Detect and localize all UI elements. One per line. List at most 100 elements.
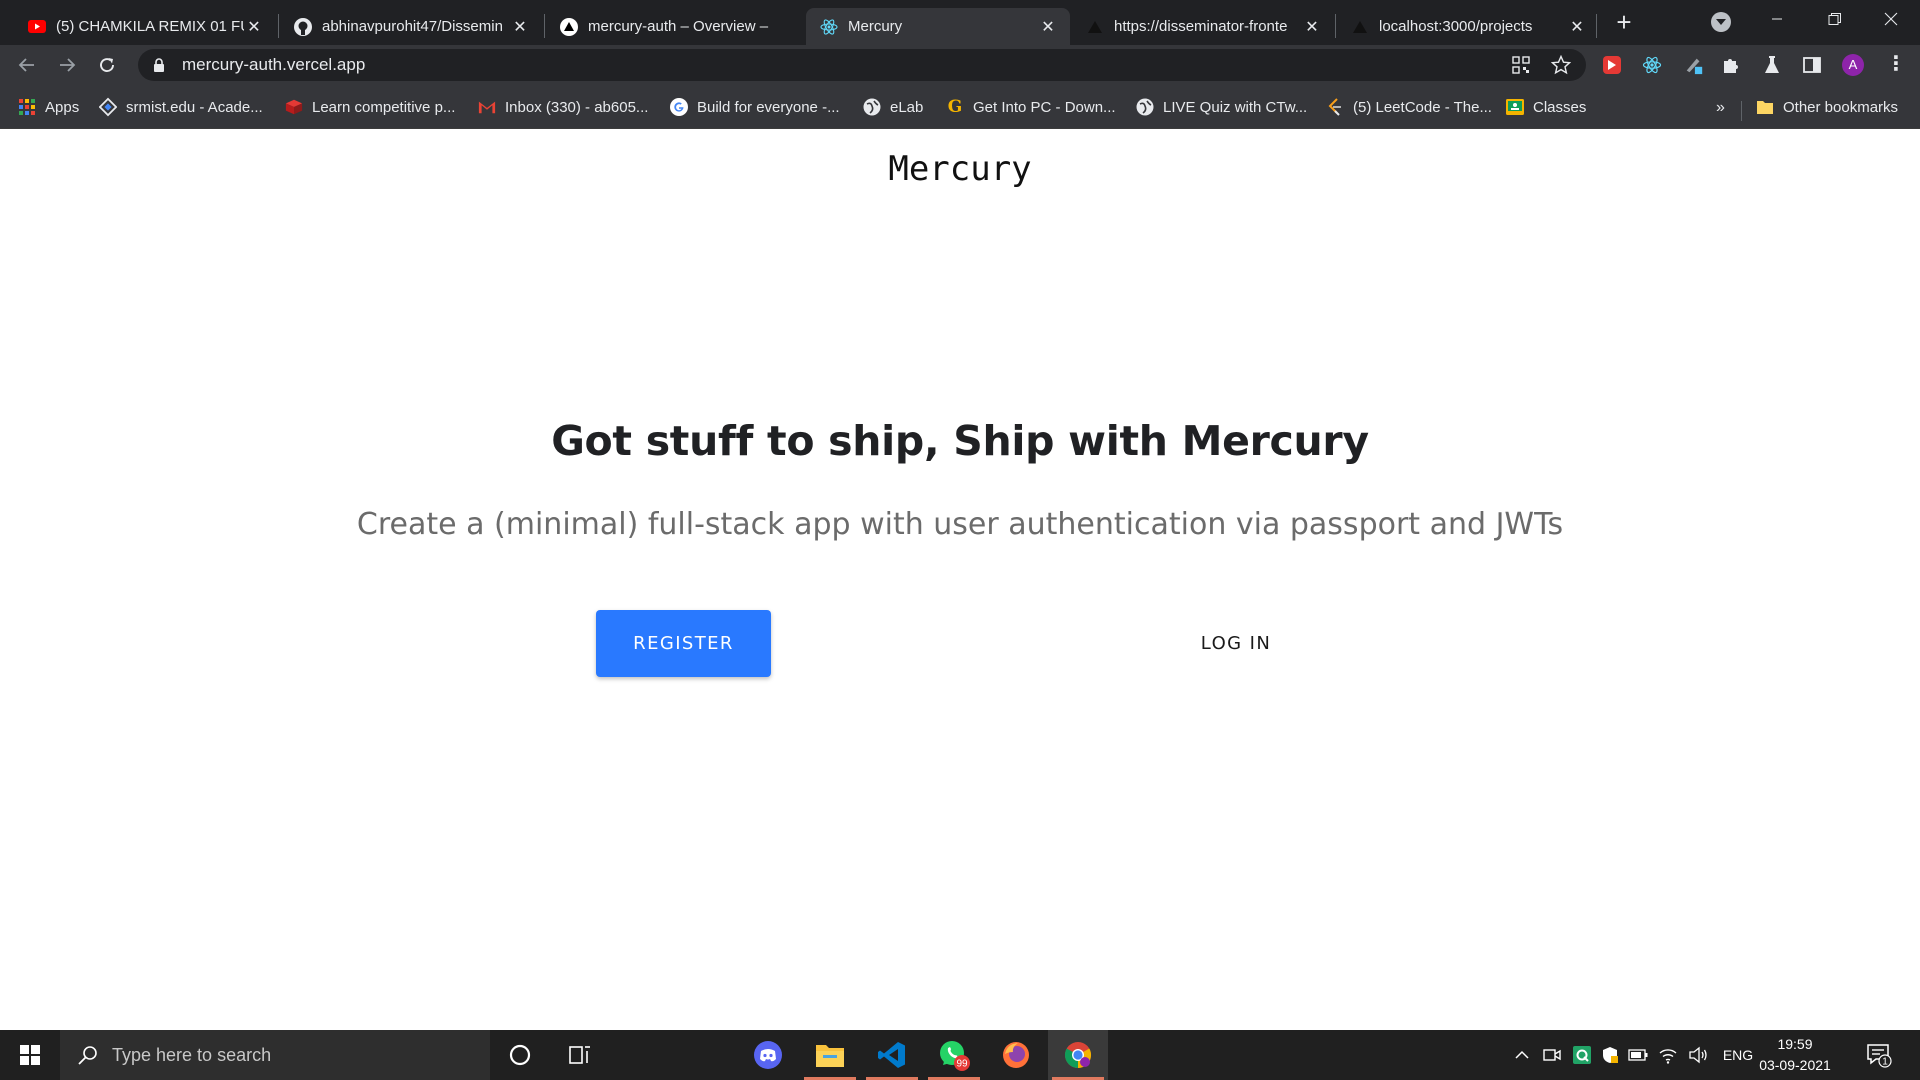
site-brand[interactable]: Mercury bbox=[0, 149, 1920, 189]
close-icon[interactable]: ✕ bbox=[244, 17, 264, 37]
bookmark-srmist[interactable]: srmist.edu - Acade... bbox=[99, 95, 263, 119]
tab-separator bbox=[544, 14, 545, 38]
input-language[interactable]: ENG bbox=[1718, 1044, 1758, 1066]
bookmark-label: Learn competitive p... bbox=[312, 98, 456, 116]
github-icon bbox=[294, 17, 312, 36]
pen-extension-icon[interactable] bbox=[1684, 55, 1704, 75]
close-icon[interactable]: ✕ bbox=[1038, 17, 1058, 37]
whatsapp-badge: 99 bbox=[956, 1059, 968, 1070]
bookmark-label: (5) LeetCode - The... bbox=[1353, 98, 1492, 116]
profile-avatar[interactable]: A bbox=[1842, 54, 1864, 76]
hero-title: Got stuff to ship, Ship with Mercury bbox=[551, 417, 1369, 465]
bookmark-google-developers[interactable]: Build for everyone -... bbox=[670, 95, 840, 119]
show-hidden-icons-chevron[interactable] bbox=[1512, 1044, 1532, 1066]
extension-red-icon[interactable] bbox=[1602, 55, 1622, 75]
qr-code-icon[interactable] bbox=[1511, 55, 1531, 75]
windows-start-button[interactable] bbox=[0, 1030, 60, 1080]
whatsapp-taskbar-icon[interactable]: 99 bbox=[924, 1030, 984, 1080]
react-devtools-icon[interactable] bbox=[1642, 55, 1662, 75]
file-explorer-taskbar-icon[interactable] bbox=[800, 1030, 860, 1080]
bookmark-leetcode[interactable]: (5) LeetCode - The... bbox=[1326, 95, 1492, 119]
search-icon bbox=[76, 1043, 100, 1067]
chrome-taskbar-icon[interactable] bbox=[1048, 1030, 1108, 1080]
bookmark-label: Get Into PC - Down... bbox=[973, 98, 1116, 116]
cortana-button[interactable] bbox=[490, 1030, 550, 1080]
tab-title: https://disseminator-fronte bbox=[1114, 18, 1288, 35]
hero-subtitle: Create a (minimal) full-stack app with u… bbox=[356, 507, 1564, 542]
bookmark-label: srmist.edu - Acade... bbox=[126, 98, 263, 116]
browser-tabstrip: (5) CHAMKILA REMIX 01 FU ✕ abhinavpurohi… bbox=[0, 0, 1920, 45]
other-bookmarks-folder[interactable]: Other bookmarks bbox=[1756, 95, 1898, 119]
url-text[interactable]: mercury-auth.vercel.app bbox=[182, 55, 365, 75]
security-shield-icon[interactable] bbox=[1598, 1044, 1622, 1066]
page-viewport: Mercury Got stuff to ship, Ship with Mer… bbox=[0, 129, 1920, 1029]
getintopc-icon: G bbox=[947, 97, 963, 117]
back-button[interactable] bbox=[12, 50, 42, 80]
volume-icon[interactable] bbox=[1686, 1044, 1710, 1066]
address-bar[interactable]: mercury-auth.vercel.app bbox=[138, 49, 1586, 81]
login-button[interactable]: LOG IN bbox=[1166, 610, 1306, 677]
bookmarks-overflow-button[interactable]: » bbox=[1716, 99, 1725, 117]
leetcode-icon bbox=[1326, 98, 1344, 116]
tab-youtube[interactable]: (5) CHAMKILA REMIX 01 FU ✕ bbox=[14, 8, 276, 45]
vscode-taskbar-icon[interactable] bbox=[862, 1030, 922, 1080]
bookmark-label: Build for everyone -... bbox=[697, 98, 840, 116]
taskbar-clock[interactable]: 19:59 03-09-2021 bbox=[1755, 1034, 1835, 1076]
lab-flask-icon[interactable] bbox=[1762, 55, 1782, 75]
forward-button[interactable] bbox=[52, 50, 82, 80]
tab-separator bbox=[1335, 14, 1336, 38]
bookmark-gmail[interactable]: Inbox (330) - ab605... bbox=[478, 95, 648, 119]
close-icon[interactable]: ✕ bbox=[1567, 17, 1587, 37]
reload-button[interactable] bbox=[92, 50, 122, 80]
app-tray-green-icon[interactable] bbox=[1570, 1044, 1594, 1066]
bookmark-learn-competitive[interactable]: Learn competitive p... bbox=[285, 95, 455, 119]
meet-now-icon[interactable] bbox=[1540, 1044, 1564, 1066]
lock-icon[interactable] bbox=[152, 57, 166, 73]
bookmark-classes[interactable]: Classes bbox=[1506, 95, 1586, 119]
google-icon bbox=[670, 98, 688, 116]
new-tab-button[interactable]: + bbox=[1610, 9, 1638, 37]
browser-toolbar: mercury-auth.vercel.app A ⋮ bbox=[0, 45, 1920, 85]
bookmark-label: Classes bbox=[1533, 98, 1587, 116]
globe-icon bbox=[863, 98, 881, 116]
tab-title: abhinavpurohit47/Dissemin bbox=[322, 18, 503, 35]
minimize-button[interactable] bbox=[1748, 0, 1806, 38]
tab-mercury-active[interactable]: Mercury ✕ bbox=[806, 8, 1070, 45]
bookmark-label: Apps bbox=[45, 98, 80, 116]
bookmark-apps[interactable]: Apps bbox=[18, 95, 79, 119]
clock-time: 19:59 bbox=[1777, 1036, 1813, 1052]
menu-kebab-icon[interactable]: ⋮ bbox=[1886, 54, 1906, 75]
folder-icon bbox=[1756, 98, 1774, 116]
vercel-icon bbox=[1086, 18, 1104, 36]
tab-localhost[interactable]: localhost:3000/projects ✕ bbox=[1337, 8, 1599, 45]
firefox-taskbar-icon[interactable] bbox=[986, 1030, 1046, 1080]
bookmark-live-quiz[interactable]: LIVE Quiz with CTw... bbox=[1136, 95, 1307, 119]
wifi-icon[interactable] bbox=[1656, 1044, 1680, 1066]
windows-taskbar: Type here to search 99 ENG 19:59 03-09-2… bbox=[0, 1030, 1920, 1080]
action-center-button[interactable]: 1 bbox=[1866, 1042, 1892, 1068]
task-view-button[interactable] bbox=[550, 1030, 610, 1080]
tab-github[interactable]: abhinavpurohit47/Dissemin ✕ bbox=[280, 8, 542, 45]
puzzle-extensions-icon[interactable] bbox=[1721, 55, 1741, 75]
close-icon[interactable]: ✕ bbox=[510, 17, 530, 37]
tab-disseminator[interactable]: https://disseminator-fronte ✕ bbox=[1072, 8, 1334, 45]
gmail-icon bbox=[478, 98, 496, 116]
close-window-button[interactable] bbox=[1862, 0, 1920, 38]
bookmark-star-icon[interactable] bbox=[1551, 55, 1571, 75]
globe-icon bbox=[1136, 98, 1154, 116]
restore-button[interactable] bbox=[1806, 0, 1864, 38]
notification-count: 1 bbox=[1882, 1057, 1888, 1068]
other-bookmarks-label: Other bookmarks bbox=[1783, 98, 1899, 116]
tab-search-button[interactable] bbox=[1711, 12, 1731, 32]
bookmark-getintopc[interactable]: G Get Into PC - Down... bbox=[946, 95, 1116, 119]
taskbar-search-box[interactable]: Type here to search bbox=[60, 1030, 490, 1080]
register-button[interactable]: REGISTER bbox=[596, 610, 771, 677]
bookmark-elab[interactable]: eLab bbox=[863, 95, 923, 119]
close-icon[interactable]: ✕ bbox=[1302, 17, 1322, 37]
side-panel-icon[interactable] bbox=[1802, 55, 1822, 75]
bookmarks-separator bbox=[1741, 101, 1742, 121]
battery-icon[interactable] bbox=[1626, 1044, 1650, 1066]
tab-separator bbox=[1596, 14, 1597, 38]
discord-taskbar-icon[interactable] bbox=[738, 1030, 798, 1080]
tab-vercel-overview[interactable]: mercury-auth – Overview – bbox=[546, 8, 808, 45]
